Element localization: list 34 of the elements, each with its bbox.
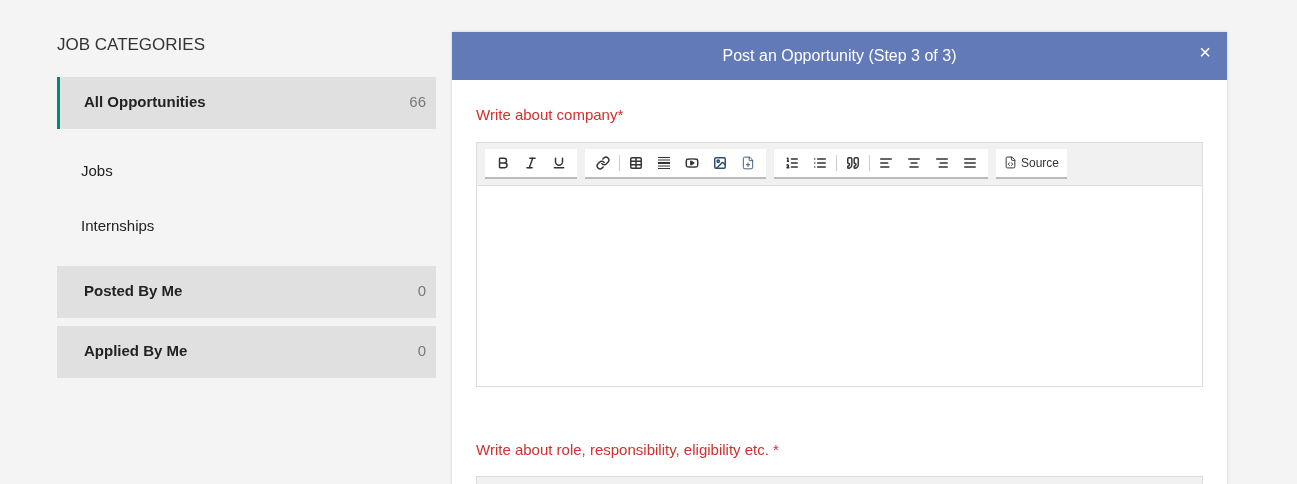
category-count: 0 bbox=[417, 281, 426, 302]
numbered-list-icon bbox=[785, 155, 799, 170]
underline-icon bbox=[552, 155, 566, 170]
align-center-icon bbox=[907, 155, 921, 170]
category-item[interactable]: Posted By Me 0 bbox=[57, 265, 436, 318]
category-item[interactable]: Applied By Me 0 bbox=[57, 325, 436, 378]
field-label: Write about company* bbox=[476, 105, 625, 125]
category-label: All Opportunities bbox=[84, 92, 206, 113]
link-icon bbox=[596, 155, 610, 170]
code-file-icon bbox=[1004, 156, 1017, 169]
close-button[interactable]: × bbox=[1195, 42, 1215, 62]
video-icon bbox=[685, 155, 699, 170]
bulleted-list-icon bbox=[813, 155, 827, 170]
align-left-icon bbox=[879, 155, 893, 170]
quote-icon bbox=[846, 155, 860, 170]
horizontal-rule-icon bbox=[657, 155, 671, 170]
file-plus-icon bbox=[741, 155, 755, 170]
table-icon bbox=[629, 155, 643, 170]
category-item[interactable]: All Opportunities 66 bbox=[57, 76, 436, 129]
align-right-icon bbox=[935, 155, 949, 170]
modal-title: Post an Opportunity (Step 3 of 3) bbox=[722, 46, 957, 66]
field-label: Write about role, responsibility, eligibility etc. * bbox=[476, 439, 780, 460]
bold-icon bbox=[496, 155, 510, 170]
justify-icon bbox=[963, 155, 977, 170]
category-item[interactable]: Internships bbox=[57, 198, 436, 254]
category-count: 66 bbox=[409, 92, 426, 113]
rich-text-editor[interactable]: Source bbox=[476, 141, 1203, 387]
category-label: Applied By Me bbox=[84, 341, 188, 362]
sidebar-heading: JOB CATEGORIES bbox=[57, 34, 206, 56]
category-label: Posted By Me bbox=[84, 281, 183, 302]
category-item[interactable]: Jobs bbox=[57, 143, 436, 199]
category-count: 0 bbox=[417, 341, 426, 362]
image-icon bbox=[713, 155, 727, 170]
italic-icon bbox=[524, 155, 538, 170]
